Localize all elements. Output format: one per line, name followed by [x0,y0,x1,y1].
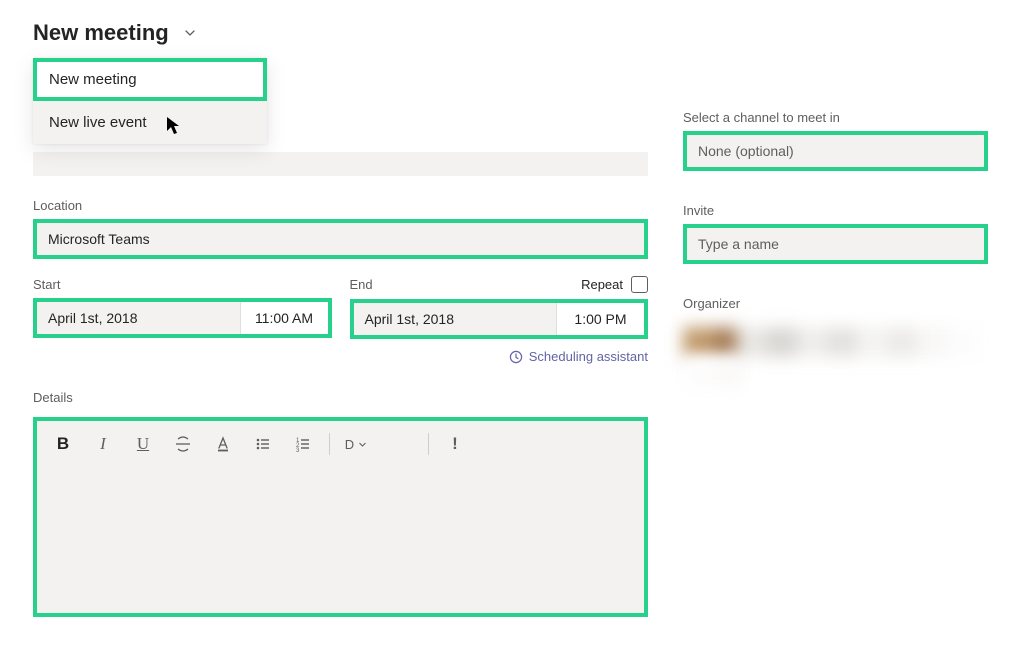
channel-value: None (optional) [698,143,794,159]
invite-label: Invite [683,203,988,218]
toolbar-separator [329,433,330,455]
start-datetime[interactable]: April 1st, 2018 11:00 AM [33,298,332,338]
location-field: Location Microsoft Teams [33,198,648,259]
chevron-down-icon [358,440,367,449]
svg-text:3: 3 [296,448,300,453]
details-label: Details [33,390,648,405]
organizer-name [713,327,737,357]
bold-button[interactable]: B [43,427,83,461]
details-editor[interactable]: B I U 123 D [33,417,648,617]
channel-input[interactable]: None (optional) [683,131,988,171]
clock-icon [509,350,523,364]
page-title: New meeting [33,20,169,46]
toolbar-separator [428,433,429,455]
invite-field: Invite Type a name [683,203,988,264]
location-input[interactable]: Microsoft Teams [33,219,648,259]
location-value: Microsoft Teams [48,231,150,247]
dropdown-item-label: New meeting [49,71,137,88]
repeat-checkbox[interactable] [631,276,648,293]
italic-button[interactable]: I [83,427,123,461]
importance-button[interactable]: ! [435,427,475,461]
dropdown-item-new-meeting[interactable]: New meeting [33,58,267,101]
scheduling-assistant-link[interactable]: Scheduling assistant [33,349,648,364]
scheduling-assistant-label: Scheduling assistant [529,349,648,364]
end-time[interactable]: 1:00 PM [556,303,644,335]
new-meeting-dropdown: New meeting New live event [33,58,267,144]
numbered-list-button[interactable]: 123 [283,427,323,461]
font-size-dropdown[interactable]: D [336,427,376,461]
chevron-down-icon[interactable] [183,26,197,40]
channel-label: Select a channel to meet in [683,110,988,125]
organizer-row [683,327,988,357]
organizer-label: Organizer [683,296,988,311]
page-title-row: New meeting [33,20,648,46]
repeat-label: Repeat [581,277,623,292]
location-label: Location [33,198,648,213]
meeting-title-input[interactable] [33,152,648,176]
dropdown-item-new-live-event[interactable]: New live event [33,101,267,144]
start-time[interactable]: 11:00 AM [240,302,328,334]
avatar [683,327,713,357]
start-field: Start April 1st, 2018 11:00 AM [33,277,332,339]
invite-input[interactable]: Type a name [683,224,988,264]
datetime-row: Start April 1st, 2018 11:00 AM End Repea… [33,277,648,339]
channel-field: Select a channel to meet in None (option… [683,110,988,171]
strikethrough-button[interactable] [163,427,203,461]
start-date[interactable]: April 1st, 2018 [37,302,240,334]
start-label: Start [33,277,332,292]
editor-toolbar: B I U 123 D [37,421,644,467]
end-date[interactable]: April 1st, 2018 [354,303,557,335]
end-field: End Repeat April 1st, 2018 1:00 PM [350,277,649,339]
end-datetime[interactable]: April 1st, 2018 1:00 PM [350,299,649,339]
cursor-icon [166,116,182,139]
invite-placeholder: Type a name [698,236,779,252]
font-color-button[interactable] [203,427,243,461]
underline-button[interactable]: U [123,427,163,461]
dropdown-item-label: New live event [49,114,147,131]
bullet-list-button[interactable] [243,427,283,461]
end-label: End [350,277,574,292]
